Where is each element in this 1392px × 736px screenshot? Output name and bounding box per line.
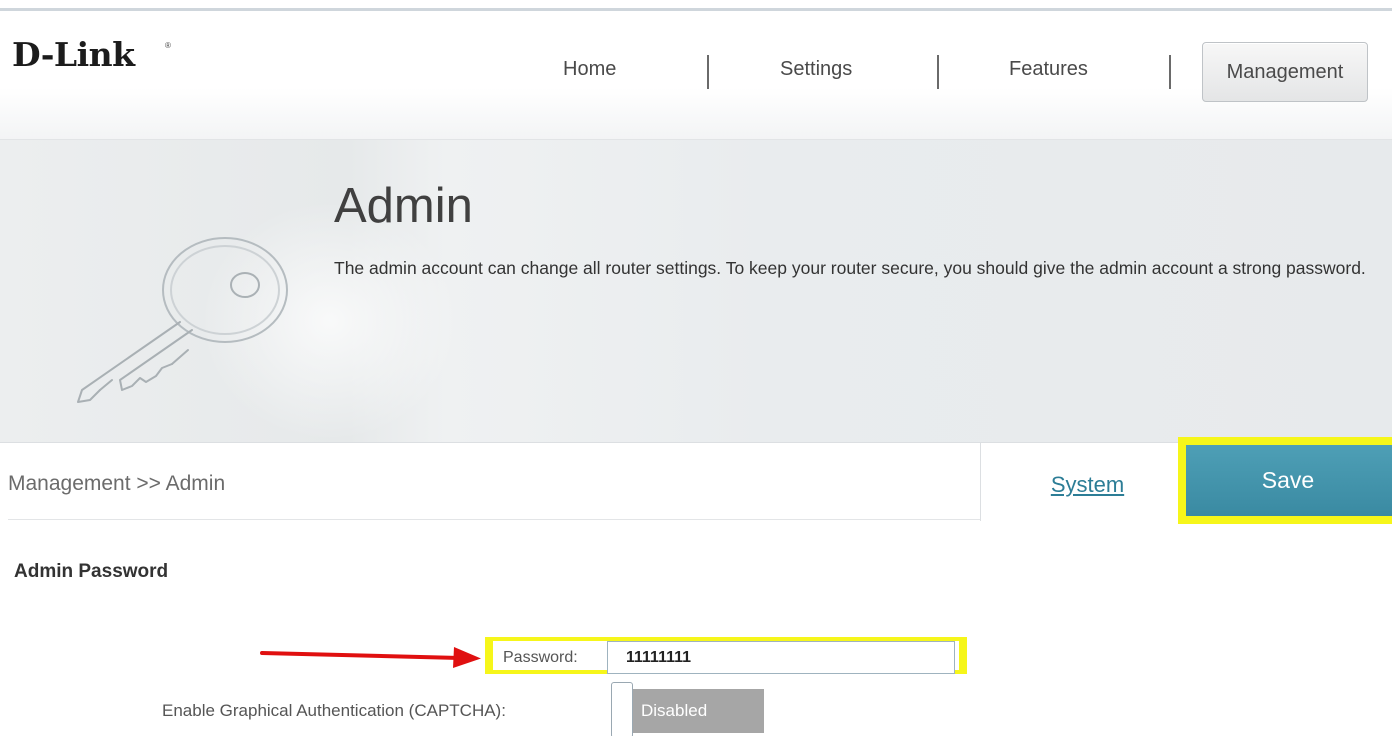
save-highlight: Save	[1178, 437, 1392, 524]
password-row: Password:	[493, 641, 959, 674]
section-title-admin-password: Admin Password	[14, 561, 169, 582]
nav-separator	[1169, 55, 1171, 89]
dlink-logo[interactable]: D-Link	[12, 35, 135, 74]
save-button[interactable]: Save	[1186, 445, 1392, 516]
page-title: Admin	[334, 179, 473, 233]
key-icon	[77, 237, 288, 403]
nav-home[interactable]: Home	[563, 58, 616, 81]
registered-mark: ®	[165, 41, 171, 50]
captcha-toggle[interactable]: Disabled	[633, 689, 764, 733]
password-label: Password:	[503, 649, 578, 666]
system-cell: System	[980, 443, 1180, 521]
nav-management[interactable]: Management	[1202, 42, 1368, 102]
captcha-toggle-handle[interactable]	[611, 682, 633, 736]
page: D-Link ® Home Settings Features Manageme…	[0, 0, 1392, 736]
password-highlight: Password:	[485, 637, 967, 674]
header: D-Link ® Home Settings Features Manageme…	[0, 11, 1392, 140]
nav-features[interactable]: Features	[1009, 58, 1088, 81]
system-link[interactable]: System	[1051, 472, 1124, 498]
annotation-arrow-icon	[260, 647, 481, 668]
admin-banner: Admin The admin account can change all r…	[0, 140, 1392, 442]
password-input[interactable]	[607, 641, 955, 674]
nav-separator	[707, 55, 709, 89]
nav-separator	[937, 55, 939, 89]
toolbar-divider	[8, 519, 980, 520]
nav-settings[interactable]: Settings	[780, 58, 852, 81]
captcha-label: Enable Graphical Authentication (CAPTCHA…	[162, 701, 506, 720]
page-description: The admin account can change all router …	[334, 258, 1366, 278]
breadcrumb: Management >> Admin	[8, 472, 226, 495]
